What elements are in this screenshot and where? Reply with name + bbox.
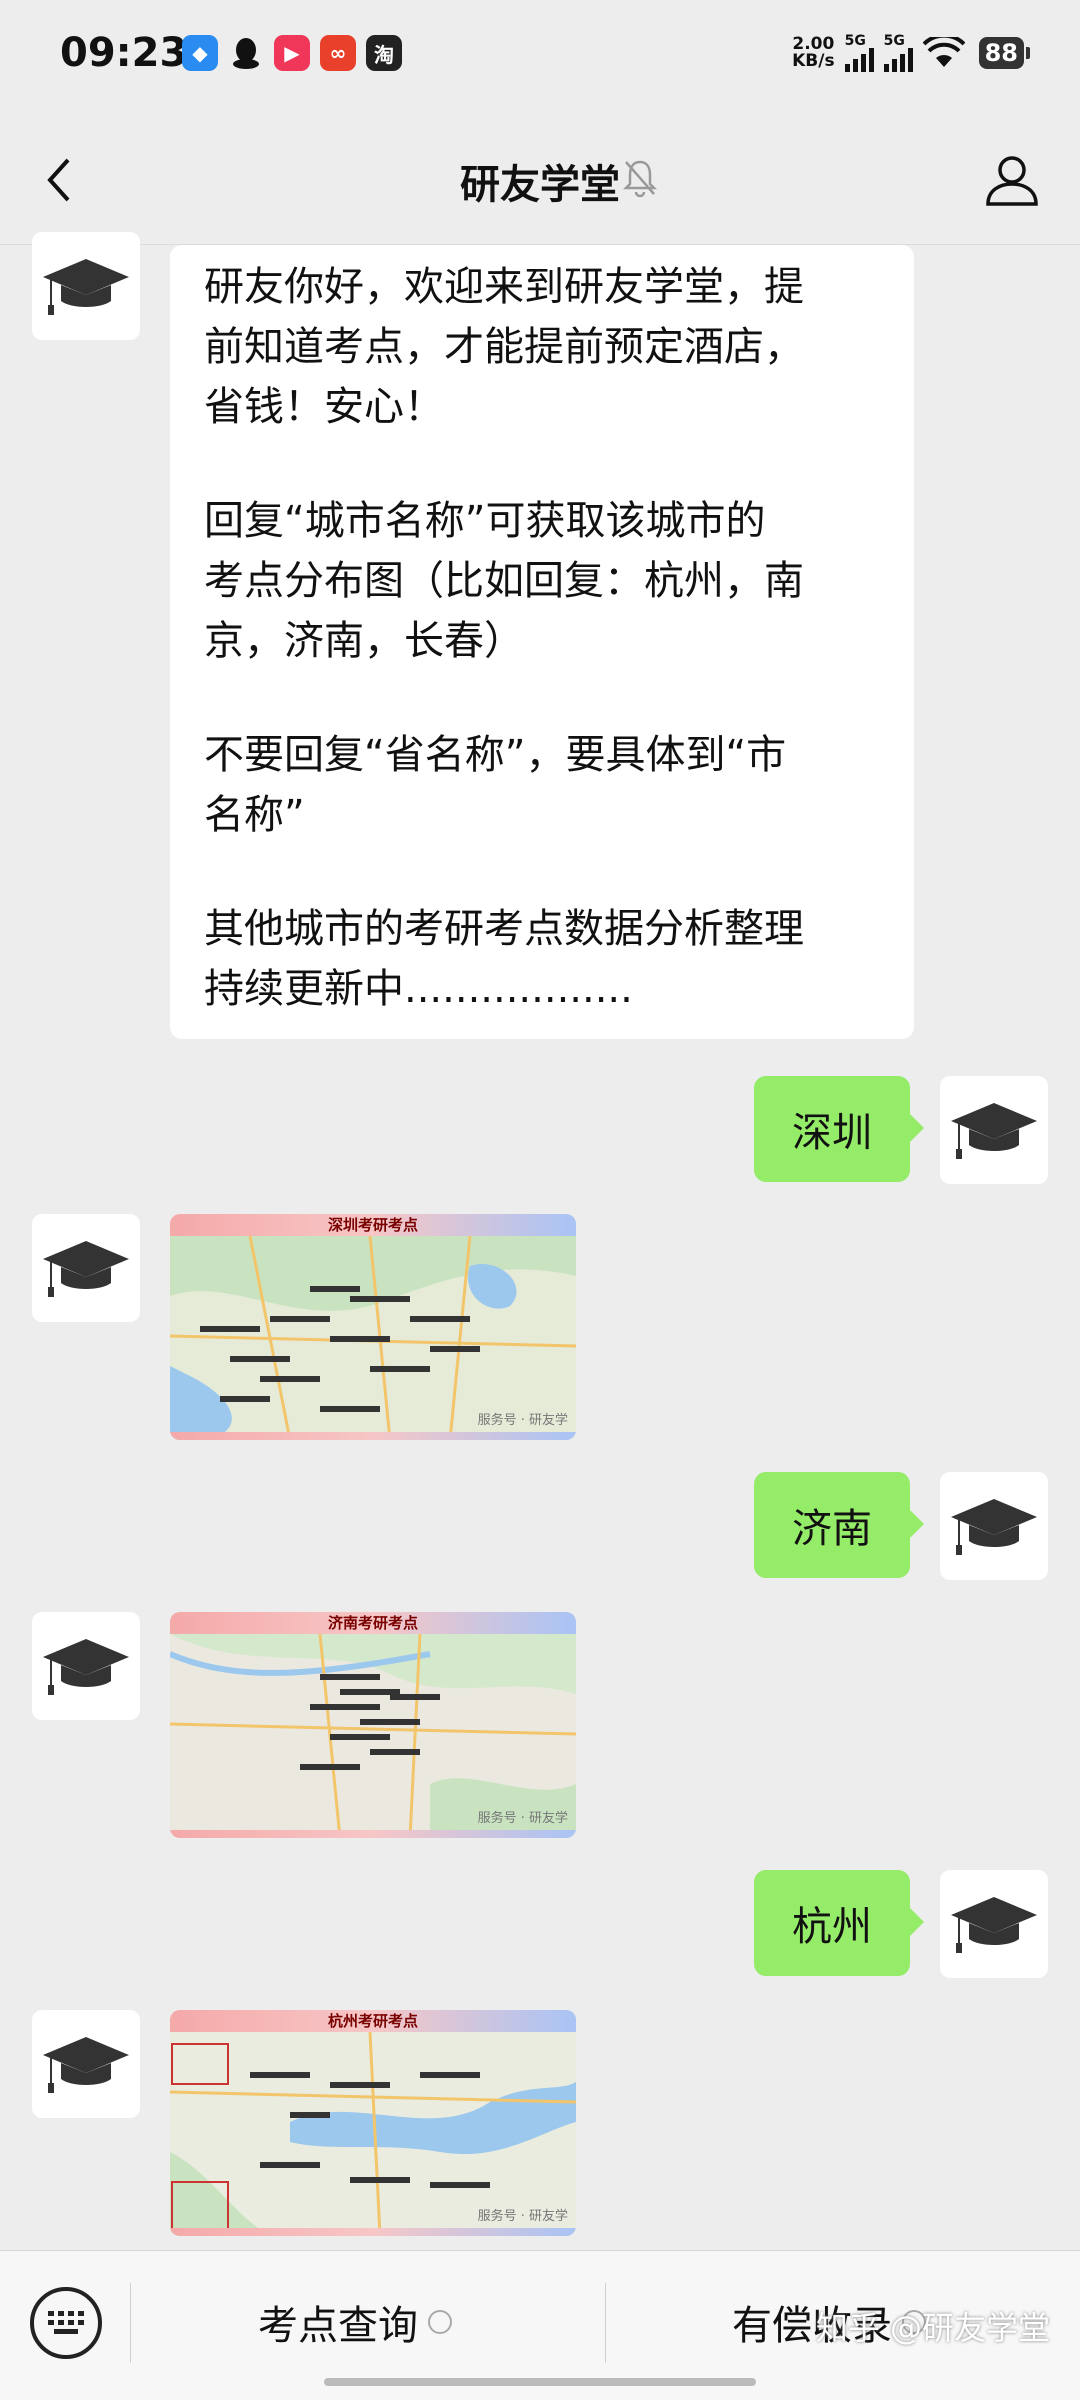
keyboard-toggle-button[interactable] bbox=[30, 2287, 102, 2359]
message-text: 不要回复“省名称”，要具体到“市 bbox=[204, 732, 787, 778]
pinduoduo-icon: ∞ bbox=[320, 35, 356, 71]
chat-header: 研友学堂 bbox=[0, 110, 1080, 245]
qq-icon bbox=[228, 35, 264, 71]
wifi-icon bbox=[922, 37, 965, 67]
keyboard-icon bbox=[48, 2311, 84, 2334]
signal-2: 5G bbox=[883, 33, 913, 72]
notification-icons: ◆ ▶ ∞ 淘 bbox=[182, 35, 402, 71]
map-footer bbox=[170, 1432, 576, 1440]
chat-title: 研友学堂 bbox=[460, 162, 620, 208]
message-text: 京，济南，长春） bbox=[204, 618, 524, 664]
sent-message-bubble[interactable]: 济南 bbox=[754, 1472, 924, 1578]
user-avatar[interactable] bbox=[940, 1076, 1048, 1184]
status-bar: 09:23 ◆ ▶ ∞ 淘 2.00 KB/s 5G 5G 88 bbox=[0, 0, 1080, 110]
map-footer bbox=[170, 2228, 576, 2236]
map-footer bbox=[170, 1830, 576, 1838]
message-text: 名称” bbox=[204, 792, 305, 838]
map-title: 济南考研考点 bbox=[170, 1612, 576, 1634]
mute-bell-icon bbox=[622, 160, 658, 198]
message-text: 省钱！安心！ bbox=[204, 384, 444, 430]
official-account-avatar[interactable] bbox=[32, 2010, 140, 2118]
mini-program-icon bbox=[428, 2310, 452, 2334]
menu-item-label: 考点查询 bbox=[258, 2303, 418, 2349]
graduation-cap-icon bbox=[951, 1897, 1037, 1953]
graduation-cap-icon bbox=[951, 1499, 1037, 1555]
signal-2-label: 5G bbox=[883, 33, 905, 49]
map-image-jinan[interactable]: 济南考研考点 服务号 · 研友学 bbox=[170, 1612, 576, 1838]
video-icon: ▶ bbox=[274, 35, 310, 71]
message-text: 其他城市的考研考点数据分析整理 bbox=[204, 906, 804, 952]
message-text: 考点分布图（比如回复：杭州，南 bbox=[204, 558, 804, 604]
menu-item-exam-lookup[interactable]: 考点查询 bbox=[258, 2293, 452, 2351]
menu-divider bbox=[130, 2283, 131, 2363]
sent-message-bubble[interactable]: 杭州 bbox=[754, 1870, 924, 1976]
map-title: 深圳考研考点 bbox=[170, 1214, 576, 1236]
user-avatar[interactable] bbox=[940, 1472, 1048, 1580]
map-watermark: 服务号 · 研友学 bbox=[477, 2209, 568, 2224]
official-account-avatar[interactable] bbox=[32, 1612, 140, 1720]
graduation-cap-icon bbox=[43, 1639, 129, 1695]
zhihu-watermark: 知乎 @研友学堂 bbox=[815, 2309, 1050, 2347]
sent-message-bubble[interactable]: 深圳 bbox=[754, 1076, 924, 1182]
message-text: 前知道考点，才能提前预定酒店， bbox=[204, 324, 804, 370]
net-speed: 2.00 KB/s bbox=[792, 36, 834, 70]
browser-icon: ◆ bbox=[182, 35, 218, 71]
net-speed-unit: KB/s bbox=[792, 51, 835, 71]
map-image-shenzhen[interactable]: 深圳考研考点 服务号 · 研友学 bbox=[170, 1214, 576, 1440]
clock: 09:23 bbox=[60, 30, 188, 76]
bottom-menu-bar: 考点查询 有偿收录 知乎 @研友学堂 bbox=[0, 2250, 1080, 2400]
message-text: 回复“城市名称”可获取该城市的 bbox=[204, 498, 766, 544]
graduation-cap-icon bbox=[951, 1103, 1037, 1159]
map-watermark: 服务号 · 研友学 bbox=[477, 1413, 568, 1428]
message-text: 持续更新中.................. bbox=[204, 966, 633, 1012]
graduation-cap-icon bbox=[43, 259, 129, 315]
signal-1-label: 5G bbox=[844, 33, 866, 49]
home-indicator[interactable] bbox=[324, 2378, 756, 2386]
status-right: 2.00 KB/s 5G 5G 88 bbox=[792, 33, 1031, 72]
signal-bars-icon bbox=[844, 48, 874, 72]
person-icon bbox=[986, 156, 1038, 206]
map-image-hangzhou[interactable]: 杭州考研考点 服务号 · 研友学 bbox=[170, 2010, 576, 2236]
signal-1: 5G bbox=[844, 33, 874, 72]
user-avatar[interactable] bbox=[940, 1870, 1048, 1978]
graduation-cap-icon bbox=[43, 2037, 129, 2093]
battery-icon: 88 bbox=[978, 37, 1031, 69]
graduation-cap-icon bbox=[43, 1241, 129, 1297]
chat-info-button[interactable] bbox=[984, 152, 1040, 212]
map-watermark: 服务号 · 研友学 bbox=[477, 1811, 568, 1826]
menu-divider bbox=[605, 2283, 606, 2363]
official-account-avatar[interactable] bbox=[32, 232, 140, 340]
official-account-avatar[interactable] bbox=[32, 1214, 140, 1322]
signal-bars-icon bbox=[883, 48, 913, 72]
taobao-icon: 淘 bbox=[366, 35, 402, 71]
message-text: 研友你好，欢迎来到研友学堂，提 bbox=[204, 264, 804, 310]
welcome-message-bubble: 研友你好，欢迎来到研友学堂，提 前知道考点，才能提前预定酒店， 省钱！安心！ 回… bbox=[170, 245, 914, 1039]
map-title: 杭州考研考点 bbox=[170, 2010, 576, 2032]
